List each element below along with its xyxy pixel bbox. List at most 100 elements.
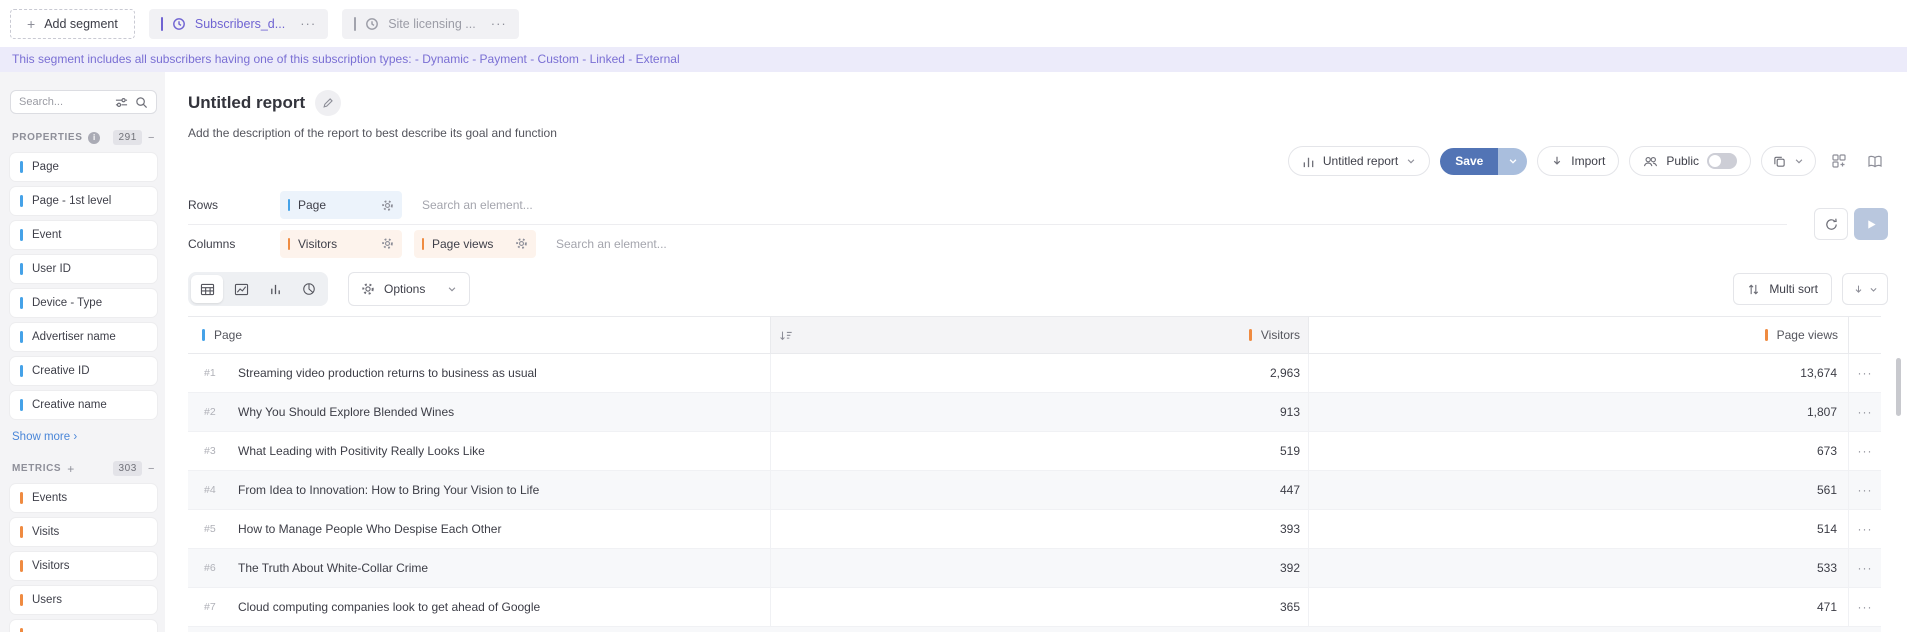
options-dropdown[interactable]: Options xyxy=(348,272,470,306)
add-to-dashboard-icon[interactable] xyxy=(1826,148,1852,174)
row-rank: #2 xyxy=(204,406,228,418)
vertical-scrollbar[interactable] xyxy=(1896,358,1901,416)
metric-item-events[interactable]: Events xyxy=(10,484,157,512)
table-view-icon[interactable] xyxy=(191,275,223,303)
run-report-button[interactable] xyxy=(1854,208,1888,240)
metric-item-visits[interactable]: Visits xyxy=(10,518,157,546)
save-dropdown-button[interactable] xyxy=(1498,148,1527,175)
line-chart-view-icon[interactable] xyxy=(225,275,257,303)
public-toggle-group[interactable]: Public xyxy=(1629,146,1751,176)
row-menu-icon[interactable]: ··· xyxy=(1848,471,1881,509)
metric-item-partial[interactable] xyxy=(10,620,157,632)
add-segment-label: Add segment xyxy=(44,17,118,31)
metric-item-users[interactable]: Users xyxy=(10,586,157,614)
table-row[interactable]: #3What Leading with Positivity Really Lo… xyxy=(188,432,1881,471)
property-label: Device - Type xyxy=(32,297,102,309)
sidebar: PROPERTIES i 291 − Page Page - 1st level… xyxy=(0,72,165,632)
add-metric-icon[interactable]: + xyxy=(67,462,75,476)
save-split-button[interactable]: Save xyxy=(1440,148,1527,175)
property-accent xyxy=(20,229,23,241)
row-menu-icon[interactable]: ··· xyxy=(1848,549,1881,587)
show-more-link[interactable]: Show more › xyxy=(12,431,77,443)
table-row[interactable]: #7Cloud computing companies look to get … xyxy=(188,588,1881,627)
bar-chart-icon xyxy=(1302,155,1315,168)
filter-icon[interactable] xyxy=(115,96,128,109)
rows-config-row: Rows Page xyxy=(188,186,1787,224)
column-header-visitors[interactable]: Visitors xyxy=(770,317,1308,353)
rows-chip-page[interactable]: Page xyxy=(280,191,402,219)
chip-accent xyxy=(422,238,424,250)
chip-settings-icon[interactable] xyxy=(381,237,394,250)
search-input[interactable] xyxy=(19,96,108,108)
docs-book-icon[interactable] xyxy=(1862,148,1888,174)
property-label: Event xyxy=(32,229,61,241)
edit-title-button[interactable] xyxy=(315,90,341,116)
table-row[interactable]: #4 From Idea to Innovation: How to Bring … xyxy=(188,471,1881,510)
chip-settings-icon[interactable] xyxy=(515,237,528,250)
export-dropdown-button[interactable] xyxy=(1842,273,1888,305)
metric-item-visitors[interactable]: Visitors xyxy=(10,552,157,580)
chip-label: Page xyxy=(298,198,373,212)
column-label: Page views xyxy=(1777,328,1838,342)
row-menu-icon[interactable]: ··· xyxy=(1848,510,1881,548)
columns-element-search-input[interactable] xyxy=(556,237,736,251)
property-item-page[interactable]: Page xyxy=(10,153,157,181)
property-item-user-id[interactable]: User ID xyxy=(10,255,157,283)
column-header-page[interactable]: Page xyxy=(188,317,770,353)
columns-chip-page-views[interactable]: Page views xyxy=(414,230,536,258)
info-icon[interactable]: i xyxy=(88,132,100,144)
table-row[interactable]: #2Why You Should Explore Blended Wines 9… xyxy=(188,393,1881,432)
search-icon[interactable] xyxy=(135,96,148,109)
pie-chart-view-icon[interactable] xyxy=(293,275,325,303)
segment-chip-subscribers[interactable]: Subscribers_d... ··· xyxy=(149,9,328,39)
table-row[interactable]: #5How to Manage People Who Despise Each … xyxy=(188,510,1881,549)
rows-element-search-input[interactable] xyxy=(422,198,602,212)
page-title: From Idea to Innovation: How to Bring Yo… xyxy=(238,483,539,497)
report-selector-label: Untitled report xyxy=(1323,154,1398,168)
property-item-event[interactable]: Event xyxy=(10,221,157,249)
segment-description-text: This segment includes all subscribers ha… xyxy=(12,52,680,66)
column-label: Visitors xyxy=(1261,328,1300,342)
property-item-device-type[interactable]: Device - Type xyxy=(10,289,157,317)
property-accent xyxy=(20,297,23,309)
row-menu-icon[interactable]: ··· xyxy=(1848,588,1881,626)
property-item-page-1st-level[interactable]: Page - 1st level xyxy=(10,187,157,215)
report-selector-dropdown[interactable]: Untitled report xyxy=(1288,146,1430,176)
multi-sort-button[interactable]: Multi sort xyxy=(1733,273,1832,305)
page-views-value: 471 xyxy=(1308,588,1848,626)
property-item-creative-name[interactable]: Creative name xyxy=(10,391,157,419)
segment-description-banner: This segment includes all subscribers ha… xyxy=(0,47,1907,72)
column-header-page-views[interactable]: Page views xyxy=(1308,317,1848,353)
chip-settings-icon[interactable] xyxy=(381,199,394,212)
reset-button[interactable] xyxy=(1814,208,1848,240)
sort-desc-icon[interactable] xyxy=(779,329,793,342)
duplicate-dropdown[interactable] xyxy=(1761,146,1816,176)
segment-chip-site-licensing[interactable]: Site licensing ... ··· xyxy=(342,9,519,39)
toggle-knob xyxy=(1709,155,1721,167)
row-rank: #6 xyxy=(204,562,228,574)
row-menu-icon[interactable]: ··· xyxy=(1848,354,1881,392)
property-item-creative-id[interactable]: Creative ID xyxy=(10,357,157,385)
row-rank: #4 xyxy=(204,484,228,496)
visitors-value: 392 xyxy=(770,549,1308,587)
row-menu-icon[interactable]: ··· xyxy=(1848,432,1881,470)
table-row[interactable]: #1Streaming video production returns to … xyxy=(188,354,1881,393)
sidebar-search-box[interactable] xyxy=(10,90,157,114)
save-button[interactable]: Save xyxy=(1440,148,1498,175)
import-label: Import xyxy=(1571,154,1605,168)
table-row[interactable]: #6The Truth About White-Collar Crime 392… xyxy=(188,549,1881,588)
row-menu-icon[interactable]: ··· xyxy=(1848,393,1881,431)
page-views-value: 533 xyxy=(1308,549,1848,587)
import-button[interactable]: Import xyxy=(1537,146,1619,176)
collapse-icon[interactable]: − xyxy=(148,132,155,144)
segment-menu-icon[interactable]: ··· xyxy=(300,16,316,31)
segment-menu-icon[interactable]: ··· xyxy=(491,16,507,31)
columns-chip-visitors[interactable]: Visitors xyxy=(280,230,402,258)
public-toggle[interactable] xyxy=(1707,153,1737,169)
add-segment-button[interactable]: + Add segment xyxy=(10,9,135,39)
chevron-down-icon xyxy=(1406,156,1416,166)
metrics-title: METRICS xyxy=(12,463,61,474)
property-item-advertiser-name[interactable]: Advertiser name xyxy=(10,323,157,351)
collapse-icon[interactable]: − xyxy=(148,463,155,475)
bar-chart-view-icon[interactable] xyxy=(259,275,291,303)
